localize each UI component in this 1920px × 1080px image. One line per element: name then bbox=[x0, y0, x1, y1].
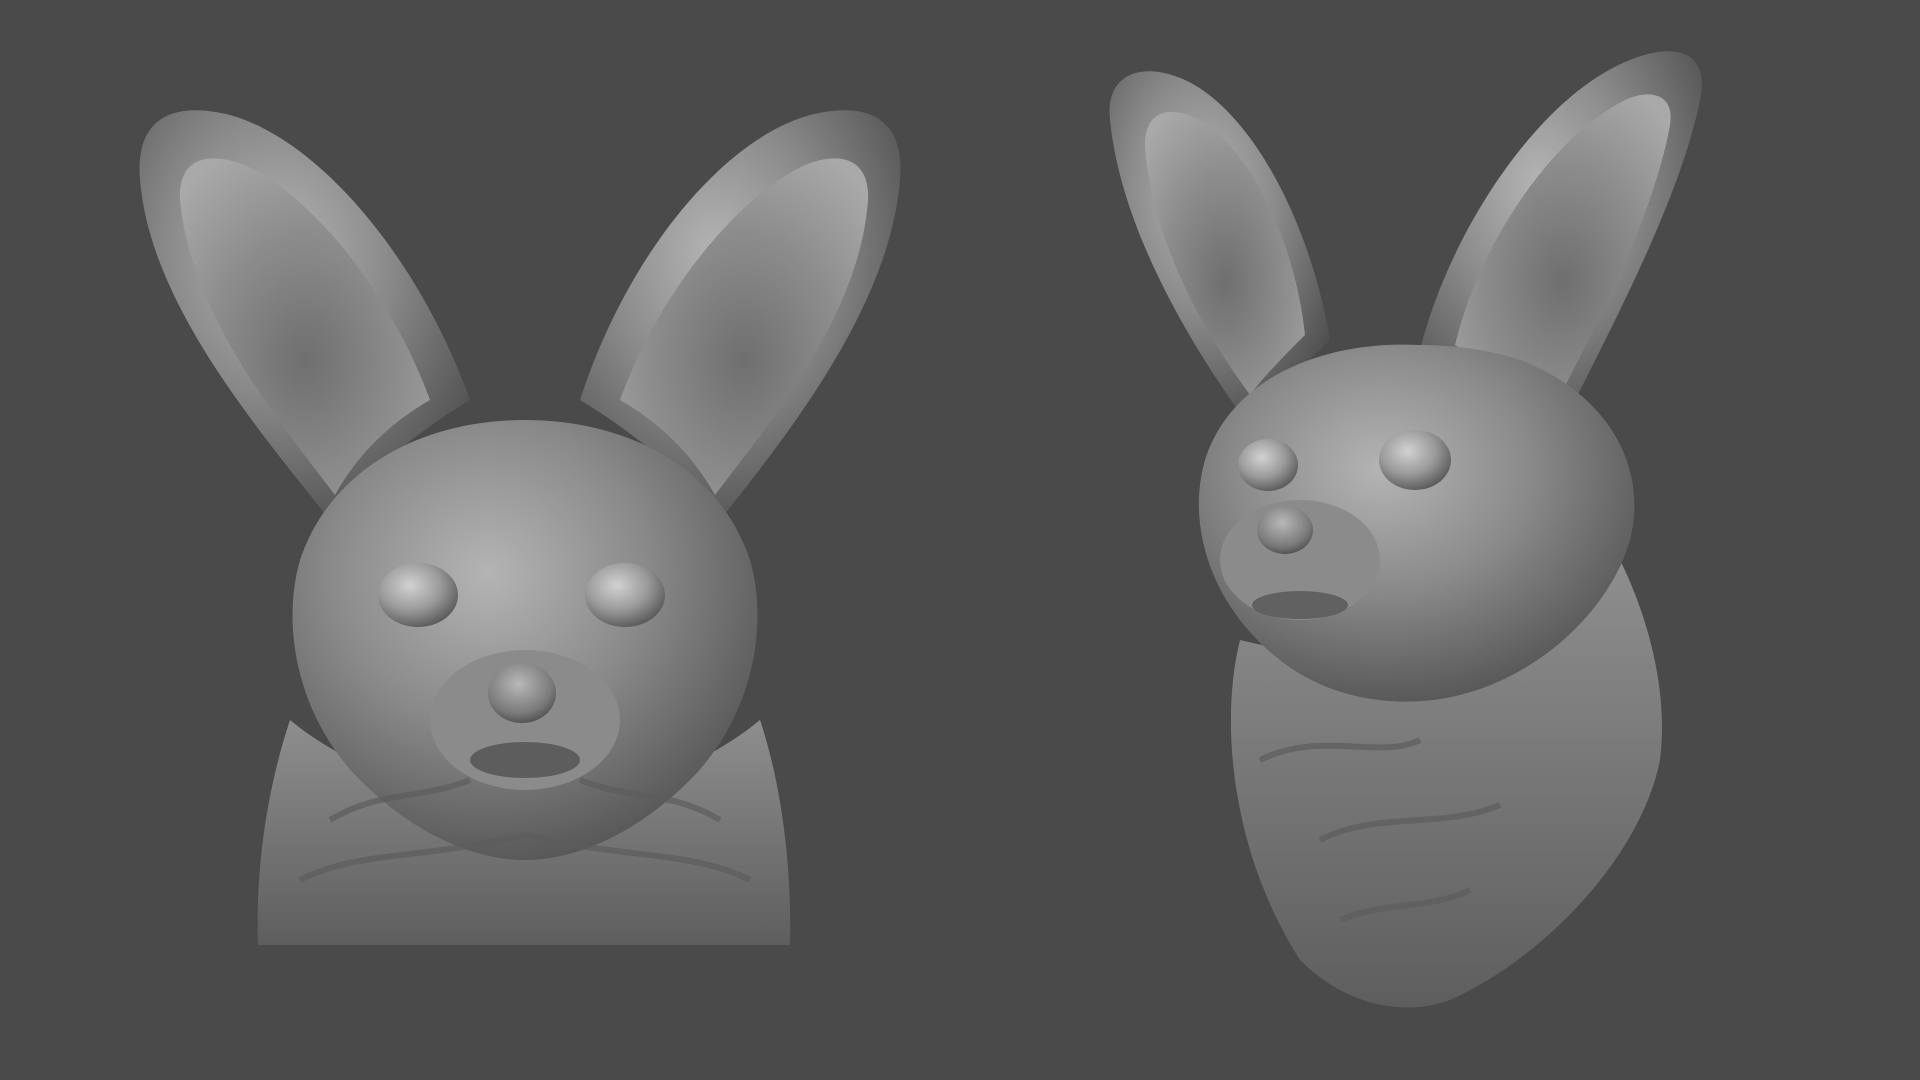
sculpt-render bbox=[0, 0, 1920, 1080]
sculpt-viewport bbox=[0, 0, 1920, 1080]
front-right-eye bbox=[585, 563, 665, 627]
front-nose bbox=[488, 663, 556, 723]
tq-mouth-shadow bbox=[1252, 591, 1348, 619]
front-mouth-shadow bbox=[470, 742, 580, 778]
tq-right-eye bbox=[1379, 430, 1451, 490]
tq-nose bbox=[1257, 506, 1313, 554]
front-left-eye bbox=[378, 563, 458, 627]
tq-left-eye bbox=[1238, 439, 1298, 491]
